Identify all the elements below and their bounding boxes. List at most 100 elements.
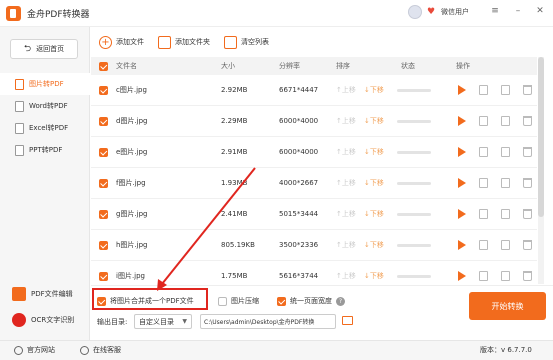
avatar[interactable] xyxy=(408,5,422,19)
status-bar: 官方网站 在线客服 版本：v 6.7.7.0 xyxy=(0,340,553,360)
move-down-button[interactable]: ↓下移 xyxy=(364,230,384,260)
move-up-button[interactable]: ↑上移 xyxy=(336,137,356,167)
trash-icon[interactable] xyxy=(523,106,532,136)
output-mode-select[interactable]: 自定义目录 ▼ xyxy=(134,314,192,329)
trash-icon[interactable] xyxy=(523,168,532,198)
select-all-checkbox[interactable] xyxy=(99,57,108,75)
file-name: e图片.jpg xyxy=(116,148,148,156)
start-convert-button[interactable]: 开始转换 xyxy=(469,292,546,320)
table-scrollbar[interactable] xyxy=(538,57,544,284)
folder-icon[interactable] xyxy=(501,137,510,167)
sidebar-item-word-to-pdf[interactable]: Word转PDF xyxy=(0,95,90,117)
sidebar-item-excel-to-pdf[interactable]: Excel转PDF xyxy=(0,117,90,139)
sidebar-item-ocr[interactable]: OCR文字识别 xyxy=(0,309,90,331)
progress-bar xyxy=(397,137,431,167)
row-checkbox[interactable] xyxy=(99,199,108,229)
browse-folder-icon[interactable] xyxy=(342,316,353,325)
folder-icon[interactable] xyxy=(501,168,510,198)
move-up-button[interactable]: ↑上移 xyxy=(336,230,356,260)
document-icon[interactable] xyxy=(479,106,488,136)
move-down-button[interactable]: ↓下移 xyxy=(364,106,384,136)
row-checkbox[interactable] xyxy=(99,106,108,136)
uniform-width-option[interactable]: 统一页面宽度 ? xyxy=(277,296,345,306)
document-icon[interactable] xyxy=(479,199,488,229)
user-profile[interactable]: ♥ 微信用户 xyxy=(408,5,469,19)
move-down-button[interactable]: ↓下移 xyxy=(364,137,384,167)
move-down-button[interactable]: ↓下移 xyxy=(364,199,384,229)
add-folder-button[interactable]: 添加文件夹 xyxy=(158,35,210,49)
folder-icon[interactable] xyxy=(501,75,510,105)
menu-icon[interactable]: ≡ xyxy=(490,6,500,16)
scrollbar-thumb[interactable] xyxy=(538,57,544,217)
move-up-button[interactable]: ↑上移 xyxy=(336,199,356,229)
uniform-width-checkbox[interactable] xyxy=(277,296,286,306)
compress-option[interactable]: 图片压缩 xyxy=(218,296,259,306)
table-row[interactable]: c图片.jpg 2.92MB 6671*4447 ↑上移 ↓下移 xyxy=(91,75,537,106)
file-resolution: 6000*4000 xyxy=(279,117,319,125)
vip-icon: ♥ xyxy=(427,7,436,17)
table-row[interactable]: h图片.jpg 805.19KB 3500*2336 ↑上移 ↓下移 xyxy=(91,230,537,261)
back-home-button[interactable]: ⮌ 返回首页 xyxy=(10,39,78,59)
sidebar-item-image-to-pdf[interactable]: 图片转PDF xyxy=(0,73,90,95)
trash-icon[interactable] xyxy=(523,230,532,260)
trash-icon[interactable] xyxy=(523,137,532,167)
folder-icon[interactable] xyxy=(501,199,510,229)
user-name[interactable]: 微信用户 xyxy=(441,7,469,17)
move-down-button[interactable]: ↓下移 xyxy=(364,168,384,198)
table-row[interactable]: d图片.jpg 2.29MB 6000*4000 ↑上移 ↓下移 xyxy=(91,106,537,137)
document-icon[interactable] xyxy=(479,75,488,105)
minimize-icon[interactable]: – xyxy=(513,6,523,16)
help-icon[interactable]: ? xyxy=(336,296,345,306)
file-resolution: 4000*2667 xyxy=(279,179,319,187)
row-checkbox[interactable] xyxy=(99,137,108,167)
sidebar-item-label: 图片转PDF xyxy=(29,80,64,88)
move-up-button[interactable]: ↑上移 xyxy=(336,75,356,105)
service-link[interactable]: 在线客服 xyxy=(80,345,121,355)
play-icon[interactable] xyxy=(458,137,466,167)
play-icon[interactable] xyxy=(458,75,466,105)
add-file-button[interactable]: + 添加文件 xyxy=(99,35,144,49)
broom-icon xyxy=(224,35,237,49)
close-icon[interactable]: ✕ xyxy=(535,6,545,16)
play-icon[interactable] xyxy=(458,106,466,136)
trash-icon[interactable] xyxy=(523,75,532,105)
move-up-button[interactable]: ↑上移 xyxy=(336,106,356,136)
ppt-file-icon xyxy=(15,144,24,156)
header-status: 状态 xyxy=(401,62,415,70)
table-row[interactable]: e图片.jpg 2.91MB 6000*4000 ↑上移 ↓下移 xyxy=(91,137,537,168)
trash-icon[interactable] xyxy=(523,199,532,229)
document-icon[interactable] xyxy=(479,230,488,260)
folder-icon[interactable] xyxy=(501,230,510,260)
website-link[interactable]: 官方网站 xyxy=(14,345,55,355)
sidebar-item-label: PPT转PDF xyxy=(29,146,63,154)
output-mode-value: 自定义目录 xyxy=(139,317,174,326)
move-up-button[interactable]: ↑上移 xyxy=(336,168,356,198)
row-checkbox[interactable] xyxy=(99,230,108,260)
header-resolution: 分辨率 xyxy=(279,62,300,70)
clear-list-button[interactable]: 清空列表 xyxy=(224,35,269,49)
website-label: 官方网站 xyxy=(27,346,55,354)
service-label: 在线客服 xyxy=(93,346,121,354)
document-icon[interactable] xyxy=(479,168,488,198)
sidebar-item-label: PDF文件编辑 xyxy=(31,290,73,298)
move-down-button[interactable]: ↓下移 xyxy=(364,75,384,105)
compress-checkbox[interactable] xyxy=(218,296,227,306)
file-size: 2.92MB xyxy=(221,86,248,94)
folder-icon[interactable] xyxy=(501,106,510,136)
play-icon[interactable] xyxy=(458,230,466,260)
file-resolution: 5015*3444 xyxy=(279,210,319,218)
uniform-width-label: 统一页面宽度 xyxy=(290,297,332,305)
play-icon[interactable] xyxy=(458,168,466,198)
row-checkbox[interactable] xyxy=(99,75,108,105)
output-path-field[interactable]: C:\Users\admin\Desktop\金舟PDF转换 xyxy=(200,314,336,329)
table-row[interactable]: f图片.jpg 1.93MB 4000*2667 ↑上移 ↓下移 xyxy=(91,168,537,199)
table-row[interactable]: g图片.jpg 2.41MB 5015*3444 ↑上移 ↓下移 xyxy=(91,199,537,230)
sidebar-item-pdf-edit[interactable]: PDF文件编辑 xyxy=(0,283,90,305)
compress-label: 图片压缩 xyxy=(231,297,259,305)
file-size: 2.29MB xyxy=(221,117,248,125)
document-icon[interactable] xyxy=(479,137,488,167)
sidebar-item-ppt-to-pdf[interactable]: PPT转PDF xyxy=(0,139,90,161)
file-resolution: 6000*4000 xyxy=(279,148,319,156)
play-icon[interactable] xyxy=(458,199,466,229)
row-checkbox[interactable] xyxy=(99,168,108,198)
